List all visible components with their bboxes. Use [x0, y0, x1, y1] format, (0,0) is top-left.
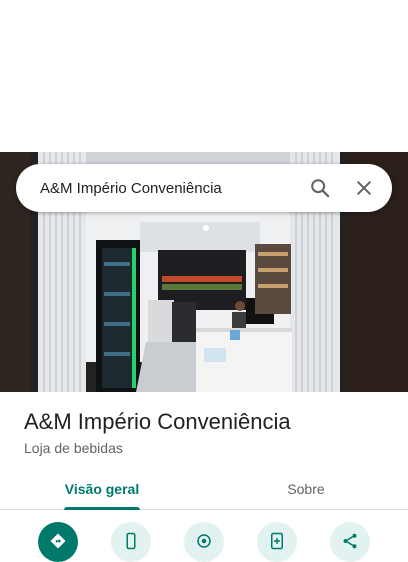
search-input[interactable]: A&M Império Conveniência [40, 180, 298, 197]
share-button[interactable] [330, 522, 370, 562]
nearby-button[interactable] [184, 522, 224, 562]
search-button[interactable] [298, 166, 342, 210]
top-blank-area [0, 0, 408, 152]
save-button[interactable] [257, 522, 297, 562]
location-icon [197, 534, 211, 548]
active-tab-indicator [64, 507, 140, 510]
tab-about-label: Sobre [287, 480, 325, 497]
place-title: A&M Império Conveniência [24, 409, 291, 434]
close-icon [357, 181, 371, 195]
tab-about[interactable]: Sobre [204, 468, 408, 509]
phone-icon [126, 532, 136, 550]
search-icon [311, 179, 330, 198]
phone-button[interactable] [111, 522, 151, 562]
directions-icon [50, 533, 66, 549]
tab-overview-label: Visão geral [64, 480, 140, 497]
save-icon [271, 532, 283, 550]
place-category[interactable]: Loja de bebidas [24, 440, 394, 456]
share-icon [343, 533, 357, 549]
clear-button[interactable] [342, 166, 386, 210]
search-bar[interactable]: A&M Império Conveniência [16, 164, 392, 212]
place-tabs: Visão geral Sobre [0, 468, 408, 510]
directions-button[interactable] [38, 522, 78, 562]
action-buttons-row [0, 522, 408, 562]
tab-overview[interactable]: Visão geral [0, 468, 204, 510]
place-header: A&M Império Conveniência Loja de bebidas [24, 408, 394, 456]
